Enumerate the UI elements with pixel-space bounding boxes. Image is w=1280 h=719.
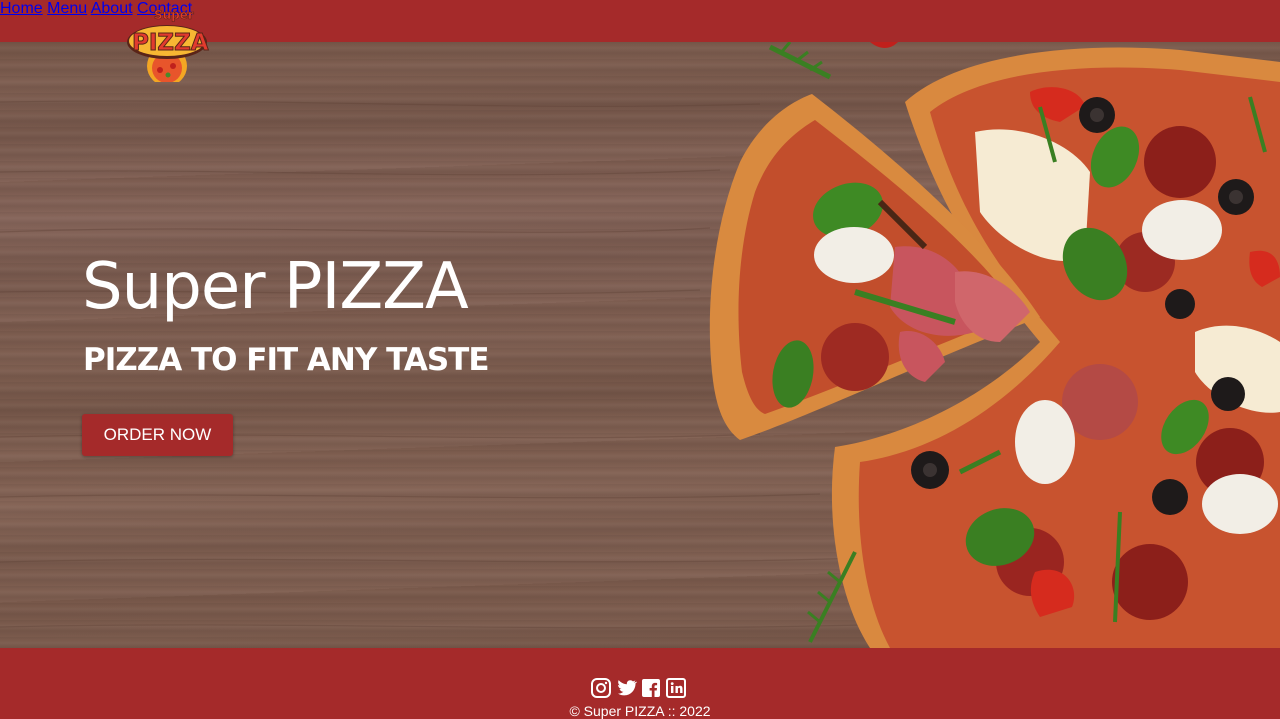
facebook-icon[interactable] [640, 677, 662, 699]
copyright-text: © Super PIZZA :: 2022 [569, 703, 711, 719]
nav-menu[interactable]: Menu [47, 0, 87, 17]
site-footer: © Super PIZZA :: 2022 [0, 648, 1280, 719]
instagram-icon[interactable] [590, 677, 612, 699]
order-now-button[interactable]: ORDER NOW [82, 414, 233, 456]
logo[interactable]: Super PIZZA [124, 0, 210, 82]
svg-text:Super: Super [154, 8, 194, 22]
hero-title: Super PIZZA [82, 250, 469, 324]
linkedin-icon[interactable] [665, 677, 687, 699]
hero-subtitle: PIZZA TO FIT ANY TASTE [83, 342, 489, 378]
site-header: Super PIZZA Home Menu About Contact [0, 0, 1280, 82]
hero-section: Super PIZZA PIZZA TO FIT ANY TASTE ORDER… [0, 42, 1280, 648]
social-links [590, 677, 687, 699]
nav-home[interactable]: Home [0, 0, 43, 17]
svg-text:PIZZA: PIZZA [132, 30, 209, 56]
twitter-icon[interactable] [615, 677, 638, 699]
